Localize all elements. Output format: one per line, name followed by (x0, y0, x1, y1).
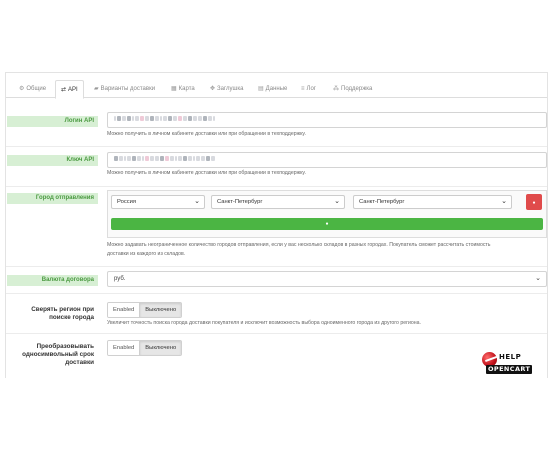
remove-city-button[interactable]: ● (526, 194, 542, 210)
tab-bar: ⚙ Общие ⇄ API ▰ Варианты доставки ▦ Карта ✥ З… (6, 77, 547, 99)
enabled-option[interactable]: Enabled (108, 341, 140, 355)
support-icon: ⁂ (333, 86, 339, 92)
key-api-help: Можно получить в личном кабинете доставк… (107, 170, 306, 176)
region-check-help: Увеличит точность поиска города доставки… (107, 320, 421, 326)
tab-map[interactable]: ▦ Карта (166, 80, 200, 98)
tab-stub[interactable]: ✥ Заглушка (205, 80, 248, 98)
tab-data[interactable]: ▤ Данные (253, 80, 292, 98)
masked-value (114, 153, 216, 167)
departure-city-block: Россия ⌄ Санкт-Петербург ⌄ Санкт-Петербург… (107, 190, 547, 238)
key-api-input[interactable] (107, 152, 547, 168)
minus-circle-icon: ● (532, 200, 536, 206)
divider (6, 146, 547, 147)
tab-log[interactable]: ≡ Лог (296, 80, 321, 98)
departure-city-help-1: Можно задавать неограниченное количество… (107, 242, 491, 248)
settings-panel: ⚙ Общие ⇄ API ▰ Варианты доставки ▦ Карта ✥ З… (5, 72, 548, 378)
city-select[interactable]: Санкт-Петербург ⌄ (353, 195, 512, 209)
chevron-down-icon: ⌄ (535, 275, 541, 282)
database-icon: ▤ (258, 86, 264, 92)
tab-general[interactable]: ⚙ Общие (14, 80, 51, 98)
country-select[interactable]: Россия ⌄ (111, 195, 205, 209)
currency-select[interactable]: руб. ⌄ (107, 271, 547, 287)
add-city-button[interactable]: ● (111, 218, 543, 230)
login-api-input[interactable] (107, 112, 547, 128)
divider (6, 293, 547, 294)
region-select[interactable]: Санкт-Петербург ⌄ (211, 195, 345, 209)
disabled-option[interactable]: Выключено (139, 303, 182, 317)
login-api-label: Логин API (7, 116, 98, 127)
login-api-help: Можно получить в личном кабинете доставк… (107, 131, 306, 137)
chevron-down-icon: ⌄ (334, 198, 340, 205)
departure-city-help-2: доставки из каждого из складов. (107, 251, 186, 257)
tab-delivery-options[interactable]: ▰ Варианты доставки (89, 80, 160, 98)
arrows-icon: ✥ (210, 86, 216, 92)
enabled-option[interactable]: Enabled (108, 303, 140, 317)
tab-support[interactable]: ⁂ Поддержка (328, 80, 377, 98)
gears-icon: ⚙ (19, 86, 25, 92)
disabled-option[interactable]: Выключено (139, 341, 182, 355)
divider (6, 186, 547, 187)
masked-value (114, 113, 216, 127)
currency-label: Валюта договора (7, 275, 98, 286)
departure-city-label: Город отправления (7, 193, 98, 204)
key-api-label: Ключ API (7, 155, 98, 166)
truck-icon: ▰ (94, 86, 99, 92)
plus-circle-icon: ● (325, 221, 329, 227)
divider (6, 266, 547, 267)
exchange-icon: ⇄ (61, 87, 67, 93)
list-icon: ≡ (301, 86, 305, 92)
divider (6, 333, 547, 334)
region-check-toggle[interactable]: Enabled Выключено (107, 302, 183, 318)
single-term-toggle[interactable]: Enabled Выключено (107, 340, 183, 356)
chevron-down-icon: ⌄ (501, 198, 507, 205)
map-icon: ▦ (171, 86, 177, 92)
chevron-down-icon: ⌄ (194, 198, 200, 205)
region-check-label: Сверять регион при поиске города (31, 306, 94, 321)
help-opencart-logo: HELP OPENCART (482, 352, 546, 376)
tab-api[interactable]: ⇄ API (55, 80, 84, 99)
single-term-label: Преобразовывать односимвольный срок дост… (22, 343, 94, 366)
